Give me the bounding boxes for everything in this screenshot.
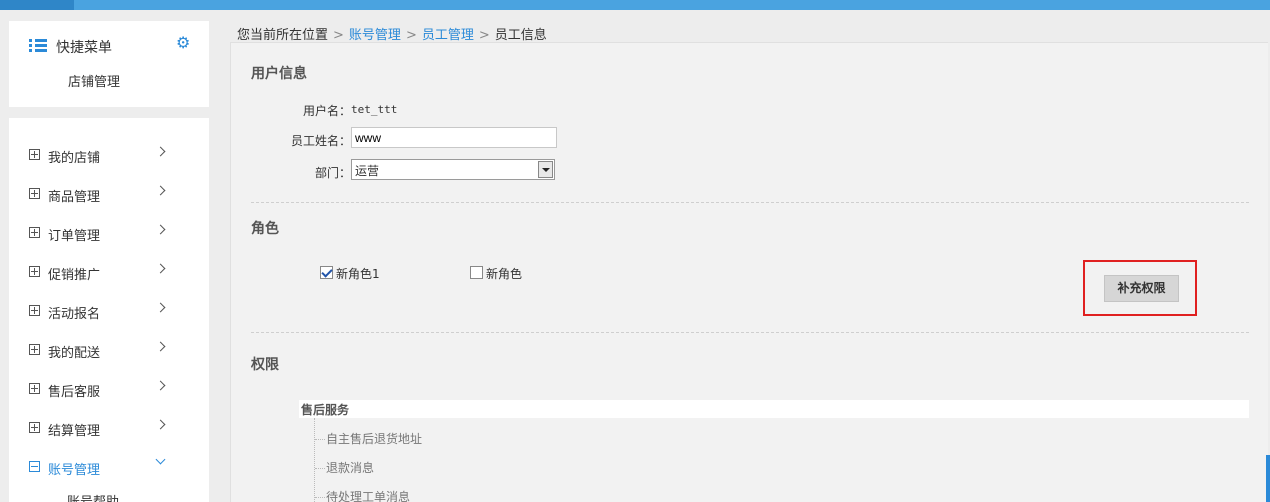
sidebar-item-label: 商品管理	[48, 190, 101, 205]
section-title-user-info: 用户信息	[251, 66, 307, 82]
chevron-right-icon	[155, 302, 166, 313]
role-label-2: 新角色	[486, 267, 523, 281]
chevron-right-icon	[155, 224, 166, 235]
sidebar-item-orders[interactable]: 订单管理	[9, 219, 209, 249]
sidebar-item-label: 结算管理	[48, 424, 101, 439]
chevron-right-icon	[155, 380, 166, 391]
breadcrumb-separator: >	[333, 28, 344, 43]
breadcrumb-link-staff[interactable]: 员工管理	[422, 28, 474, 43]
breadcrumb-separator: >	[478, 28, 490, 43]
staff-name-input[interactable]	[351, 127, 557, 148]
section-title-permissions: 权限	[251, 357, 279, 373]
dropdown-arrow-icon[interactable]	[538, 161, 553, 178]
expand-plus-icon	[29, 383, 40, 394]
breadcrumb-current: 员工信息	[494, 28, 547, 43]
sidebar-item-label: 售后客服	[48, 385, 101, 400]
sidebar-item-products[interactable]: 商品管理	[9, 180, 209, 210]
department-label: 部门：	[314, 166, 351, 180]
sidebar-menu: 我的店铺 商品管理 订单管理 促销推广 活动报名 我的配送 售后客服 结算管理	[9, 118, 209, 502]
expand-plus-icon	[29, 227, 40, 238]
staff-name-label: 员工姓名：	[290, 134, 351, 148]
main-panel: 用户信息 用户名： tet_ttt 员工姓名： 部门： 运营 角色 新角色1 新…	[230, 42, 1268, 502]
gear-icon[interactable]: ⚙	[176, 35, 190, 51]
username-label: 用户名：	[302, 104, 351, 118]
quick-menu-panel: 快捷菜单 ⚙ 店铺管理	[9, 21, 209, 107]
sidebar-item-label: 账号管理	[48, 463, 101, 478]
top-bar-active-tab[interactable]	[0, 0, 74, 10]
username-value: tet_ttt	[351, 103, 398, 116]
sidebar-item-account[interactable]: 账号管理	[9, 453, 209, 483]
role-label-1: 新角色1	[336, 267, 380, 281]
chevron-right-icon	[155, 146, 166, 157]
sidebar-item-label: 我的配送	[48, 346, 101, 361]
department-select[interactable]: 运营	[351, 159, 555, 180]
permission-group: 售后服务	[299, 400, 1249, 418]
collapse-minus-icon	[29, 461, 40, 472]
breadcrumb-separator: >	[405, 28, 417, 43]
list-icon	[29, 39, 47, 53]
role-checkbox-2[interactable]	[470, 266, 483, 279]
add-permission-button[interactable]: 补充权限	[1104, 275, 1179, 302]
chevron-right-icon	[155, 419, 166, 430]
sidebar-item-my-shop[interactable]: 我的店铺	[9, 141, 209, 171]
expand-plus-icon	[29, 422, 40, 433]
section-title-roles: 角色	[251, 221, 279, 237]
sidebar-item-delivery[interactable]: 我的配送	[9, 336, 209, 366]
sidebar-item-label: 我的店铺	[48, 151, 101, 166]
scrollbar-edge[interactable]	[1266, 455, 1270, 502]
department-selected-value: 运营	[355, 164, 380, 178]
permission-group-label: 售后服务	[301, 403, 350, 417]
sidebar-item-label: 订单管理	[48, 229, 101, 244]
role-checkbox-1[interactable]	[320, 266, 333, 279]
expand-plus-icon	[29, 305, 40, 316]
expand-plus-icon	[29, 344, 40, 355]
sidebar-item-events[interactable]: 活动报名	[9, 297, 209, 327]
sidebar-item-label: 促销推广	[48, 268, 101, 283]
quick-menu-item[interactable]: 店铺管理	[68, 71, 120, 90]
sidebar-item-after-sales[interactable]: 售后客服	[9, 375, 209, 405]
sidebar-subitem[interactable]: 账号帮助	[67, 491, 119, 502]
sidebar-item-promotion[interactable]: 促销推广	[9, 258, 209, 288]
chevron-right-icon	[155, 341, 166, 352]
chevron-right-icon	[155, 263, 166, 274]
quick-menu-title: 快捷菜单	[56, 40, 112, 56]
expand-plus-icon	[29, 188, 40, 199]
section-divider	[251, 202, 1249, 203]
breadcrumb-prefix: 您当前所在位置	[237, 28, 329, 43]
section-divider	[251, 332, 1249, 333]
top-bar	[0, 0, 1270, 10]
sidebar-item-settlement[interactable]: 结算管理	[9, 414, 209, 444]
permission-item: 待处理工单消息	[315, 488, 410, 502]
permission-item: 退款消息	[315, 459, 374, 476]
sidebar-item-label: 活动报名	[48, 307, 101, 322]
breadcrumb-link-account[interactable]: 账号管理	[349, 28, 401, 43]
expand-plus-icon	[29, 266, 40, 277]
expand-plus-icon	[29, 149, 40, 160]
chevron-down-icon	[155, 454, 166, 465]
breadcrumb: 您当前所在位置 > 账号管理 > 员工管理 > 员工信息	[237, 24, 547, 43]
permission-item: 自主售后退货地址	[315, 430, 422, 447]
chevron-right-icon	[155, 185, 166, 196]
